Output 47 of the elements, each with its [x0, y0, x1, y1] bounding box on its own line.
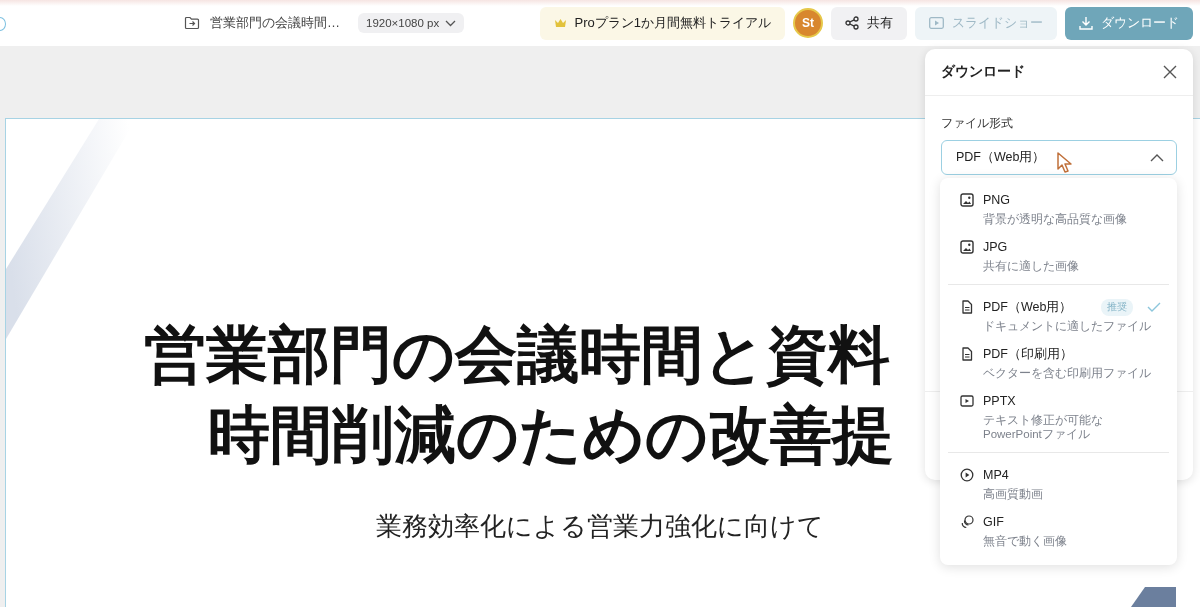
- option-description: 無音で動く画像: [983, 534, 1068, 548]
- slide-title: 営業部門の会議時間と資料: [144, 319, 890, 391]
- play-icon: [929, 17, 944, 29]
- format-option[interactable]: PNG 背景が透明な高品質な画像: [948, 184, 1169, 231]
- option-description: 共有に適した画像: [983, 259, 1080, 273]
- document-icon: [960, 347, 974, 361]
- slide-title: 時間削減のための改善提: [208, 399, 894, 471]
- share-icon: [845, 16, 859, 30]
- option-description: ドキュメントに適したファイル: [983, 319, 1152, 333]
- option-label: PPTX: [983, 394, 1017, 408]
- play-icon: [960, 468, 974, 482]
- crown-icon: [553, 18, 567, 28]
- layered-circles-icon: [960, 515, 974, 529]
- option-label: JPG: [983, 240, 1009, 254]
- option-label: PDF（Web用）: [983, 298, 1074, 316]
- option-label: PNG: [983, 193, 1012, 207]
- format-option[interactable]: MP4 高画質動画: [948, 459, 1169, 506]
- option-description: ベクターを含む印刷用ファイル: [983, 366, 1152, 380]
- size-dropdown[interactable]: 1920×1080 px: [358, 13, 465, 33]
- image-icon: [960, 240, 974, 254]
- format-option[interactable]: PPTX テキスト修正が可能なPowerPointファイル: [948, 385, 1169, 446]
- trial-button[interactable]: Proプラン1か月間無料トライアル: [539, 6, 785, 40]
- format-option[interactable]: PDF（印刷用） ベクターを含む印刷用ファイル: [948, 338, 1169, 385]
- panel-title: ダウンロード: [941, 63, 1025, 81]
- mouse-cursor-icon: [1056, 152, 1074, 174]
- document-title[interactable]: 営業部門の会議時間…: [210, 14, 340, 32]
- option-description: 高画質動画: [983, 487, 1044, 501]
- option-description: テキスト修正が可能なPowerPointファイル: [983, 413, 1104, 441]
- option-label: PDF（印刷用）: [983, 345, 1074, 363]
- share-button[interactable]: 共有: [831, 6, 907, 40]
- slide-subtitle: 業務効率化による営業力強化に向けて: [376, 510, 824, 543]
- check-icon: [1147, 302, 1161, 312]
- format-option[interactable]: JPG 共有に適した画像: [948, 231, 1169, 278]
- document-icon: [960, 300, 974, 314]
- image-icon: [960, 193, 974, 207]
- download-icon: [1079, 16, 1093, 30]
- chevron-down-icon: [445, 19, 457, 27]
- folder-icon: [184, 16, 200, 30]
- corner-triangle: [1131, 587, 1176, 607]
- recommended-tag: 推奨: [1101, 298, 1133, 316]
- option-description: 背景が透明な高品質な画像: [983, 212, 1128, 226]
- option-label: MP4: [983, 468, 1010, 482]
- close-icon[interactable]: [1163, 65, 1177, 79]
- option-label: GIF: [983, 515, 1005, 529]
- format-option[interactable]: GIF 無音で動く画像: [948, 506, 1169, 553]
- field-label: ファイル形式: [941, 115, 1014, 132]
- play-icon: [960, 394, 974, 408]
